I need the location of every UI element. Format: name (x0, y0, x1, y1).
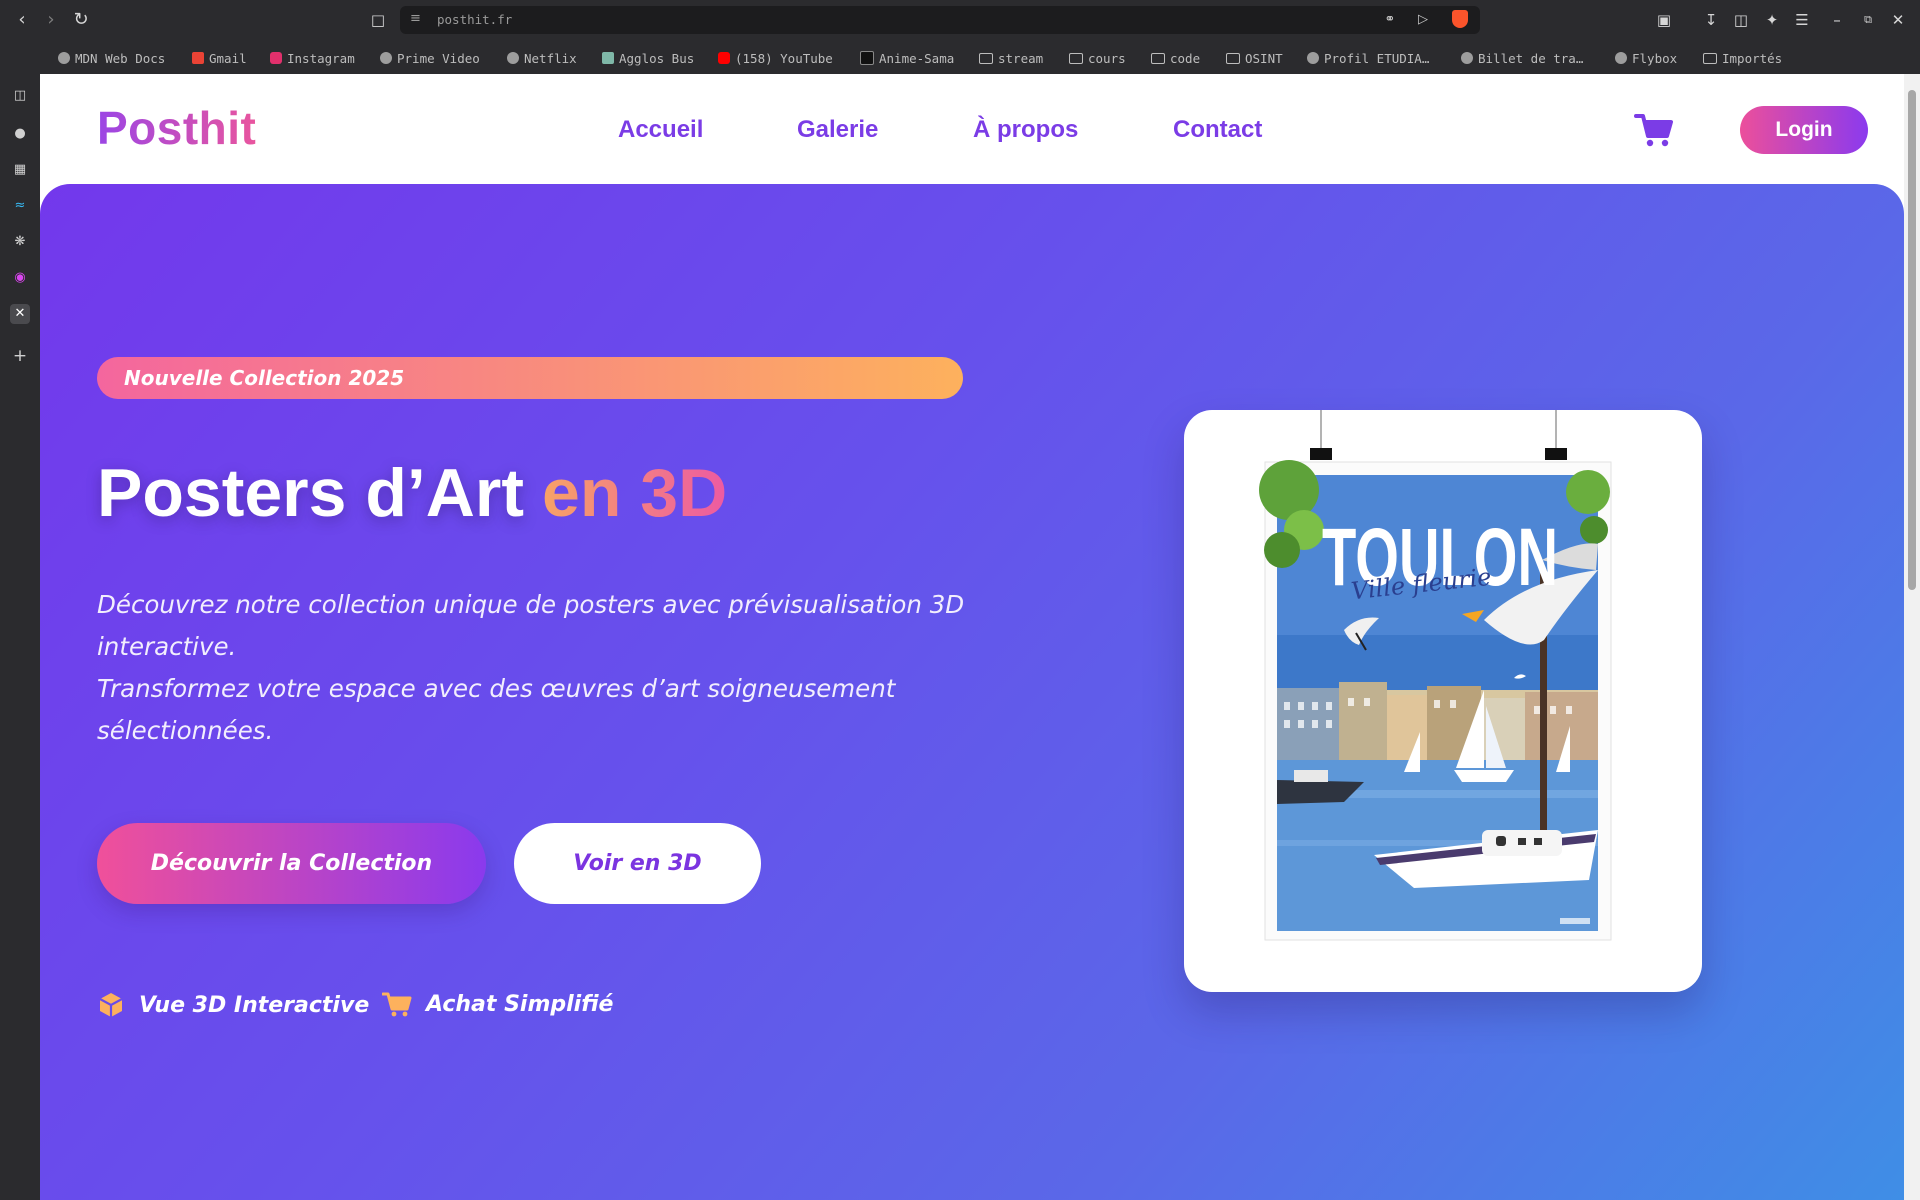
cart-icon[interactable] (1634, 112, 1674, 148)
gmail-icon (192, 52, 204, 64)
folder-icon (1703, 52, 1717, 64)
nav-link-a-propos[interactable]: À propos (973, 116, 1078, 144)
cube-icon (99, 993, 123, 1017)
bookmark-gmail[interactable]: Gmail (192, 49, 247, 67)
folder-icon (1151, 52, 1165, 64)
feature-3d-label: Vue 3D Interactive (139, 992, 370, 1018)
youtube-icon (718, 52, 730, 64)
back-icon[interactable]: ‹ (11, 9, 33, 31)
send-icon[interactable]: ▷ (1414, 11, 1432, 29)
collection-badge: Nouvelle Collection 2025 (97, 357, 963, 399)
bookmark-icon[interactable]: □ (367, 9, 389, 31)
bookmark-billet[interactable]: Billet de tra… (1461, 49, 1583, 67)
site-header: Posthit Accueil Galerie À propos Contact… (40, 74, 1904, 184)
messenger-icon[interactable]: ◉ (10, 268, 30, 288)
page-viewport: Posthit Accueil Galerie À propos Contact… (40, 74, 1904, 1200)
profile-icon[interactable]: ● (10, 124, 30, 144)
scrollbar-thumb[interactable] (1908, 90, 1916, 590)
folder-icon (1069, 52, 1083, 64)
x-twitter-icon[interactable]: ✕ (10, 304, 30, 324)
nav-link-accueil[interactable]: Accueil (618, 116, 703, 144)
menu-icon[interactable]: ☰ (1791, 9, 1813, 31)
bookmark-profil-etudiant[interactable]: Profil ETUDIA… (1307, 49, 1429, 67)
hero-section: Nouvelle Collection 2025 Posters d’Art en… (40, 184, 1904, 1200)
download-icon[interactable]: ↧ (1700, 9, 1722, 31)
folder-icon (979, 52, 993, 64)
badge-text: Nouvelle Collection 2025 (124, 366, 405, 390)
feature-purchase-label: Achat Simplifié (426, 991, 614, 1017)
sidebar-toggle-icon[interactable]: ◫ (1730, 9, 1752, 31)
bookmark-folder-osint[interactable]: OSINT (1226, 49, 1283, 67)
brave-shield-icon[interactable] (1452, 10, 1468, 28)
bookmark-instagram[interactable]: Instagram (270, 49, 355, 67)
bookmark-folder-stream[interactable]: stream (979, 49, 1043, 67)
openai-icon[interactable]: ❋ (10, 232, 30, 252)
anime-sama-icon (860, 51, 874, 65)
bookmark-folder-importes[interactable]: Importés (1703, 49, 1782, 67)
login-button[interactable]: Login (1740, 106, 1868, 154)
bookmarks-bar: MDN Web Docs Gmail Instagram Prime Video… (0, 40, 1920, 105)
bookmark-prime-video[interactable]: Prime Video (380, 49, 480, 67)
hero-description-line-1: Découvrez notre collection unique de pos… (97, 590, 965, 661)
bookmark-agglos-bus[interactable]: Agglos Bus (602, 49, 694, 67)
browser-toolbar: ‹ › ↻ □ ≡ posthit.fr ⚭ ▷ ▣ ↧ ◫ ✦ ☰ – ⧉ ✕ (0, 0, 1920, 40)
forward-icon[interactable]: › (40, 9, 62, 31)
hero-description: Découvrez notre collection unique de pos… (97, 584, 997, 752)
minimize-icon[interactable]: – (1826, 9, 1848, 31)
nav-link-galerie[interactable]: Galerie (797, 116, 878, 144)
hero-description-line-2: Transformez votre espace avec des œuvres… (97, 674, 896, 745)
hero-title: Posters d’Art en 3D (97, 454, 727, 532)
globe-icon (58, 52, 70, 64)
bookmark-folder-cours[interactable]: cours (1069, 49, 1126, 67)
bus-icon (602, 52, 614, 64)
instagram-icon (270, 52, 282, 64)
tailwind-icon[interactable]: ≈ (10, 196, 30, 216)
add-panel-icon[interactable]: + (10, 346, 30, 366)
sidebar-panel-icon[interactable]: ◫ (10, 86, 30, 106)
discover-collection-button[interactable]: Découvrir la Collection (97, 823, 486, 904)
poster-illustration: TOULON Ville fleurie (1259, 410, 1612, 941)
bookmark-flybox[interactable]: Flybox (1615, 49, 1677, 67)
poster-preview-card[interactable]: TOULON Ville fleurie (1184, 410, 1702, 992)
folder-icon (1226, 52, 1240, 64)
globe-icon (1461, 52, 1473, 64)
ai-assistant-icon[interactable]: ✦ (1761, 9, 1783, 31)
page-scrollbar[interactable] (1904, 74, 1920, 1200)
hero-title-accent: en 3D (542, 455, 728, 531)
restore-icon[interactable]: ⧉ (1857, 9, 1879, 31)
key-icon[interactable]: ⚭ (1381, 11, 1399, 29)
bookmark-youtube[interactable]: (158) YouTube (718, 49, 833, 67)
feature-easy-purchase: Achat Simplifié (382, 991, 613, 1017)
globe-icon (507, 52, 519, 64)
globe-icon (1307, 52, 1319, 64)
bookmark-netflix[interactable]: Netflix (507, 49, 577, 67)
feature-3d-view: Vue 3D Interactive (97, 991, 369, 1019)
address-bar[interactable]: ≡ posthit.fr ⚭ ▷ (400, 6, 1480, 34)
gallery-icon[interactable]: ▦ (10, 160, 30, 180)
site-logo[interactable]: Posthit (97, 101, 256, 155)
bookmark-mdn[interactable]: MDN Web Docs (58, 49, 165, 67)
url-text[interactable]: posthit.fr (437, 12, 512, 27)
view-3d-button[interactable]: Voir en 3D (514, 823, 761, 904)
shopping-cart-icon (382, 992, 412, 1017)
globe-icon (380, 52, 392, 64)
reload-icon[interactable]: ↻ (70, 9, 92, 31)
globe-icon (1615, 52, 1627, 64)
clip-left (1310, 448, 1332, 460)
close-window-icon[interactable]: ✕ (1887, 9, 1909, 31)
hero-title-main: Posters d’Art (97, 455, 524, 531)
bookmark-anime-sama[interactable]: Anime-Sama (860, 49, 954, 67)
browser-sidebar: ◫ ● ▦ ≈ ❋ ◉ ✕ + (0, 74, 40, 1200)
nav-link-contact[interactable]: Contact (1173, 116, 1262, 144)
clip-right (1545, 448, 1567, 460)
bookmark-folder-code[interactable]: code (1151, 49, 1200, 67)
screenshot-icon[interactable]: ▣ (1653, 9, 1675, 31)
site-settings-icon[interactable]: ≡ (410, 11, 426, 27)
